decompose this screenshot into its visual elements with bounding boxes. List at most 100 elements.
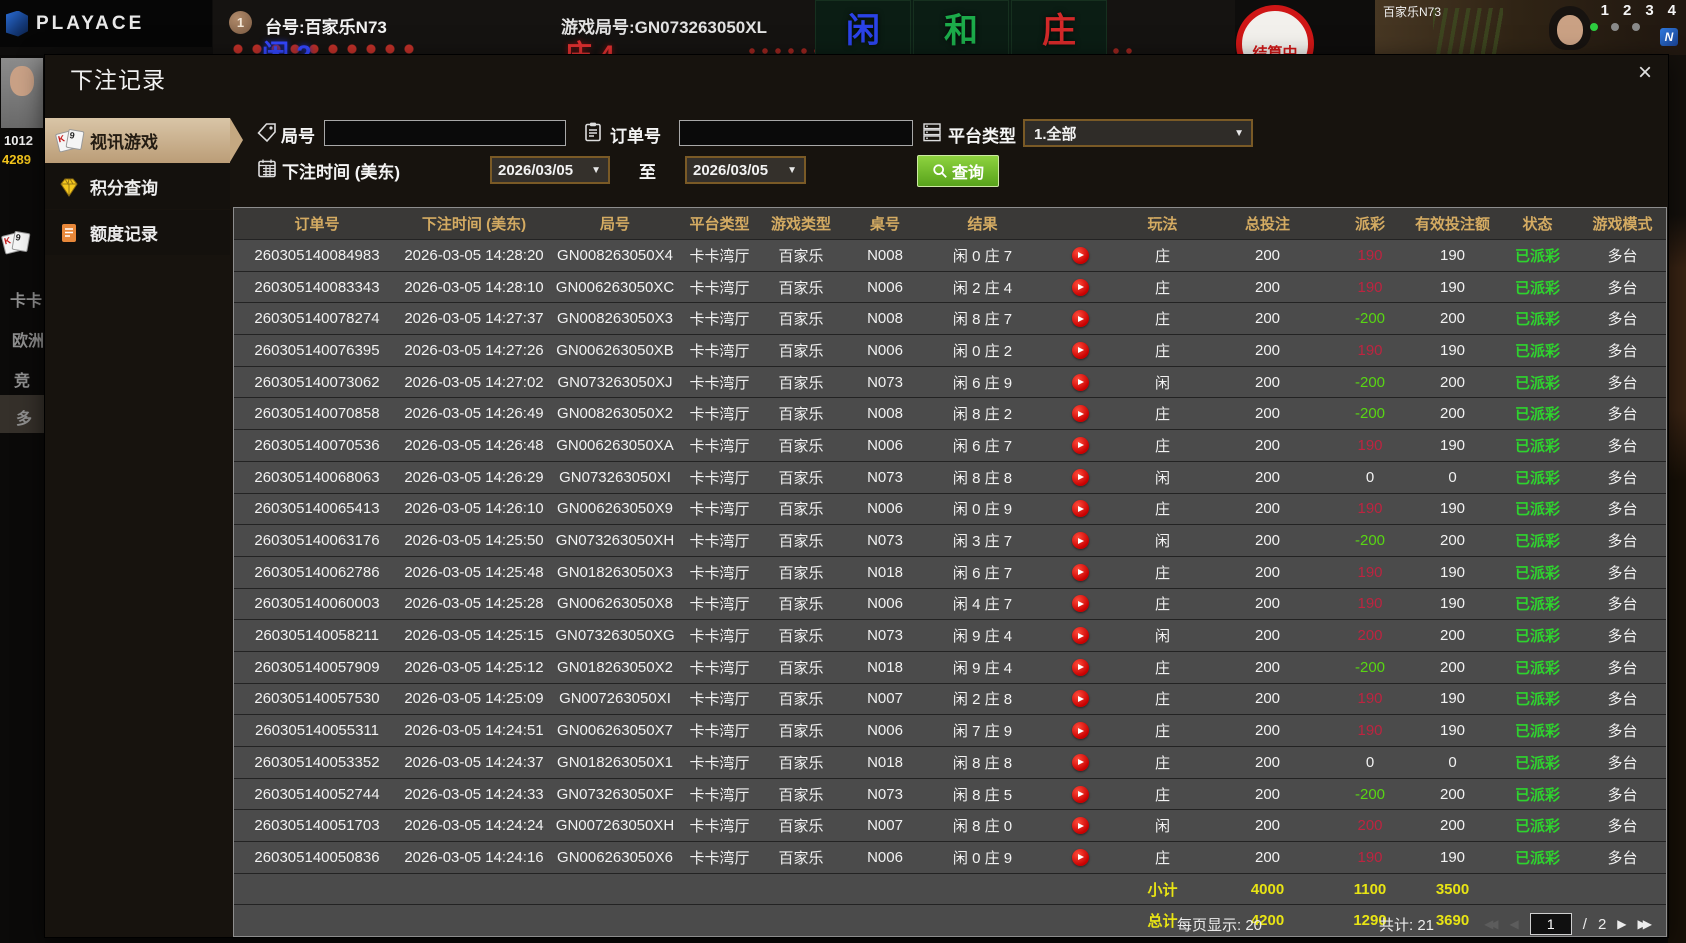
table-row[interactable]: 2603051400553112026-03-05 14:24:51GN0062… xyxy=(234,714,1666,746)
close-icon[interactable]: × xyxy=(1638,61,1652,85)
cell-total-bet: 200 xyxy=(1205,272,1330,303)
replay-icon[interactable] xyxy=(1072,849,1089,866)
cell-game-mode: 多台 xyxy=(1580,240,1665,271)
table-number-badge: 1 xyxy=(229,11,252,34)
table-row[interactable]: 2603051400627862026-03-05 14:25:48GN0182… xyxy=(234,556,1666,588)
cell-table-no: N008 xyxy=(845,240,925,271)
replay-icon[interactable] xyxy=(1072,627,1089,644)
chevron-down-icon: ▼ xyxy=(1234,128,1244,139)
avatar[interactable] xyxy=(1,58,43,128)
table-row[interactable]: 2603051400533522026-03-05 14:24:37GN0182… xyxy=(234,746,1666,778)
replay-icon[interactable] xyxy=(1072,817,1089,834)
cell-replay xyxy=(1040,589,1120,620)
cell-order: 260305140063176 xyxy=(234,525,400,556)
cell-platform: 卡卡湾厅 xyxy=(682,398,757,429)
cell-play-type: 庄 xyxy=(1120,747,1205,778)
cell-order: 260305140073062 xyxy=(234,367,400,398)
table-row[interactable]: 2603051400508362026-03-05 14:24:16GN0062… xyxy=(234,841,1666,873)
table-row[interactable]: 2603051400582112026-03-05 14:25:15GN0732… xyxy=(234,619,1666,651)
cell-table-no: N006 xyxy=(845,272,925,303)
cell-order: 260305140052744 xyxy=(234,779,400,810)
cell-game-type: 百家乐 xyxy=(757,620,845,651)
cell-replay xyxy=(1040,525,1120,556)
cell-game-type: 百家乐 xyxy=(757,557,845,588)
cell-replay xyxy=(1040,303,1120,334)
table-row[interactable]: 2603051400782742026-03-05 14:27:37GN0082… xyxy=(234,302,1666,334)
cell-game-mode: 多台 xyxy=(1580,272,1665,303)
replay-icon[interactable] xyxy=(1072,279,1089,296)
cell-valid-bet: 190 xyxy=(1410,557,1495,588)
table-row[interactable]: 2603051400527442026-03-05 14:24:33GN0732… xyxy=(234,778,1666,810)
table-row[interactable]: 2603051400730622026-03-05 14:27:02GN0732… xyxy=(234,366,1666,398)
replay-icon[interactable] xyxy=(1072,786,1089,803)
first-page-icon[interactable]: ◀◀ xyxy=(1484,917,1498,931)
replay-icon[interactable] xyxy=(1072,532,1089,549)
sidebar-tab-3[interactable]: 额度记录 xyxy=(45,210,230,255)
replay-icon[interactable] xyxy=(1072,690,1089,707)
table-row[interactable]: 2603051400833432026-03-05 14:28:10GN0062… xyxy=(234,271,1666,303)
replay-icon[interactable] xyxy=(1072,247,1089,264)
table-row[interactable]: 2603051400708582026-03-05 14:26:49GN0082… xyxy=(234,397,1666,429)
replay-icon[interactable] xyxy=(1072,342,1089,359)
replay-icon[interactable] xyxy=(1072,405,1089,422)
date-from-select[interactable]: 2026/03/05 ▼ xyxy=(490,156,610,184)
cell-play-type: 庄 xyxy=(1120,272,1205,303)
query-button[interactable]: 查询 xyxy=(917,155,999,187)
last-page-icon[interactable]: ▶▶ xyxy=(1638,917,1652,931)
cell-order: 260305140060003 xyxy=(234,589,400,620)
platform-select[interactable]: 1.全部 ▼ xyxy=(1023,119,1253,147)
cell-total-bet: 200 xyxy=(1205,652,1330,683)
date-to-select[interactable]: 2026/03/05 ▼ xyxy=(685,156,806,184)
next-page-icon[interactable]: ▶ xyxy=(1617,917,1626,931)
cell-valid-bet: 190 xyxy=(1410,240,1495,271)
replay-icon[interactable] xyxy=(1072,722,1089,739)
cell-status: 已派彩 xyxy=(1495,335,1580,366)
cell-platform: 卡卡湾厅 xyxy=(682,652,757,683)
replay-icon[interactable] xyxy=(1072,310,1089,327)
table-row[interactable]: 2603051400654132026-03-05 14:26:10GN0062… xyxy=(234,493,1666,525)
replay-icon[interactable] xyxy=(1072,659,1089,676)
lobby-menu-item[interactable]: 卡卡 xyxy=(10,287,42,311)
replay-icon[interactable] xyxy=(1072,595,1089,612)
table-row[interactable]: 2603051400600032026-03-05 14:25:28GN0062… xyxy=(234,588,1666,620)
replay-icon[interactable] xyxy=(1072,564,1089,581)
table-row[interactable]: 2603051400849832026-03-05 14:28:20GN0082… xyxy=(234,239,1666,271)
lobby-menu-item[interactable]: 欧洲 xyxy=(12,327,44,351)
sidebar-tab-2[interactable]: 积分查询 xyxy=(45,164,230,209)
round-input[interactable] xyxy=(324,120,566,146)
table-row[interactable]: 2603051400680632026-03-05 14:26:29GN0732… xyxy=(234,461,1666,493)
replay-icon[interactable] xyxy=(1072,500,1089,517)
cell-status: 已派彩 xyxy=(1495,715,1580,746)
cell-game-mode: 多台 xyxy=(1580,398,1665,429)
table-row[interactable]: 2603051400705362026-03-05 14:26:48GN0062… xyxy=(234,429,1666,461)
cell-game-mode: 多台 xyxy=(1580,715,1665,746)
cell-payout: 190 xyxy=(1330,494,1410,525)
cell-payout: 0 xyxy=(1330,747,1410,778)
cell-valid-bet: 200 xyxy=(1410,652,1495,683)
lobby-menu-item[interactable]: 多 xyxy=(16,405,32,429)
bet-zone[interactable]: 闲 xyxy=(815,0,911,55)
replay-icon[interactable] xyxy=(1072,437,1089,454)
order-input[interactable] xyxy=(679,120,913,146)
table-row[interactable]: 2603051400631762026-03-05 14:25:50GN0732… xyxy=(234,524,1666,556)
cell-result: 闲 9 庄 4 xyxy=(925,620,1040,651)
table-row[interactable]: 2603051400579092026-03-05 14:25:12GN0182… xyxy=(234,651,1666,683)
cell-status: 已派彩 xyxy=(1495,557,1580,588)
bet-zone[interactable]: 庄 xyxy=(1011,0,1107,55)
seat-dot-gray xyxy=(1611,23,1619,31)
cell-game-mode: 多台 xyxy=(1580,335,1665,366)
cell-round: GN073263050XI xyxy=(548,462,682,493)
replay-icon[interactable] xyxy=(1072,374,1089,391)
sidebar-tab-1[interactable]: K9视讯游戏 xyxy=(45,118,230,163)
prev-page-icon[interactable]: ◀ xyxy=(1510,917,1519,931)
lobby-menu-item[interactable]: 竞 xyxy=(14,367,30,391)
table-row[interactable]: 2603051400517032026-03-05 14:24:24GN0072… xyxy=(234,809,1666,841)
cell-game-mode: 多台 xyxy=(1580,747,1665,778)
replay-icon[interactable] xyxy=(1072,754,1089,771)
replay-icon[interactable] xyxy=(1072,469,1089,486)
table-row[interactable]: 2603051400763952026-03-05 14:27:26GN0062… xyxy=(234,334,1666,366)
bet-zone[interactable]: 和 xyxy=(913,0,1009,55)
page-input[interactable]: 1 xyxy=(1530,913,1572,935)
table-row[interactable]: 2603051400575302026-03-05 14:25:09GN0072… xyxy=(234,683,1666,715)
cell-replay xyxy=(1040,557,1120,588)
